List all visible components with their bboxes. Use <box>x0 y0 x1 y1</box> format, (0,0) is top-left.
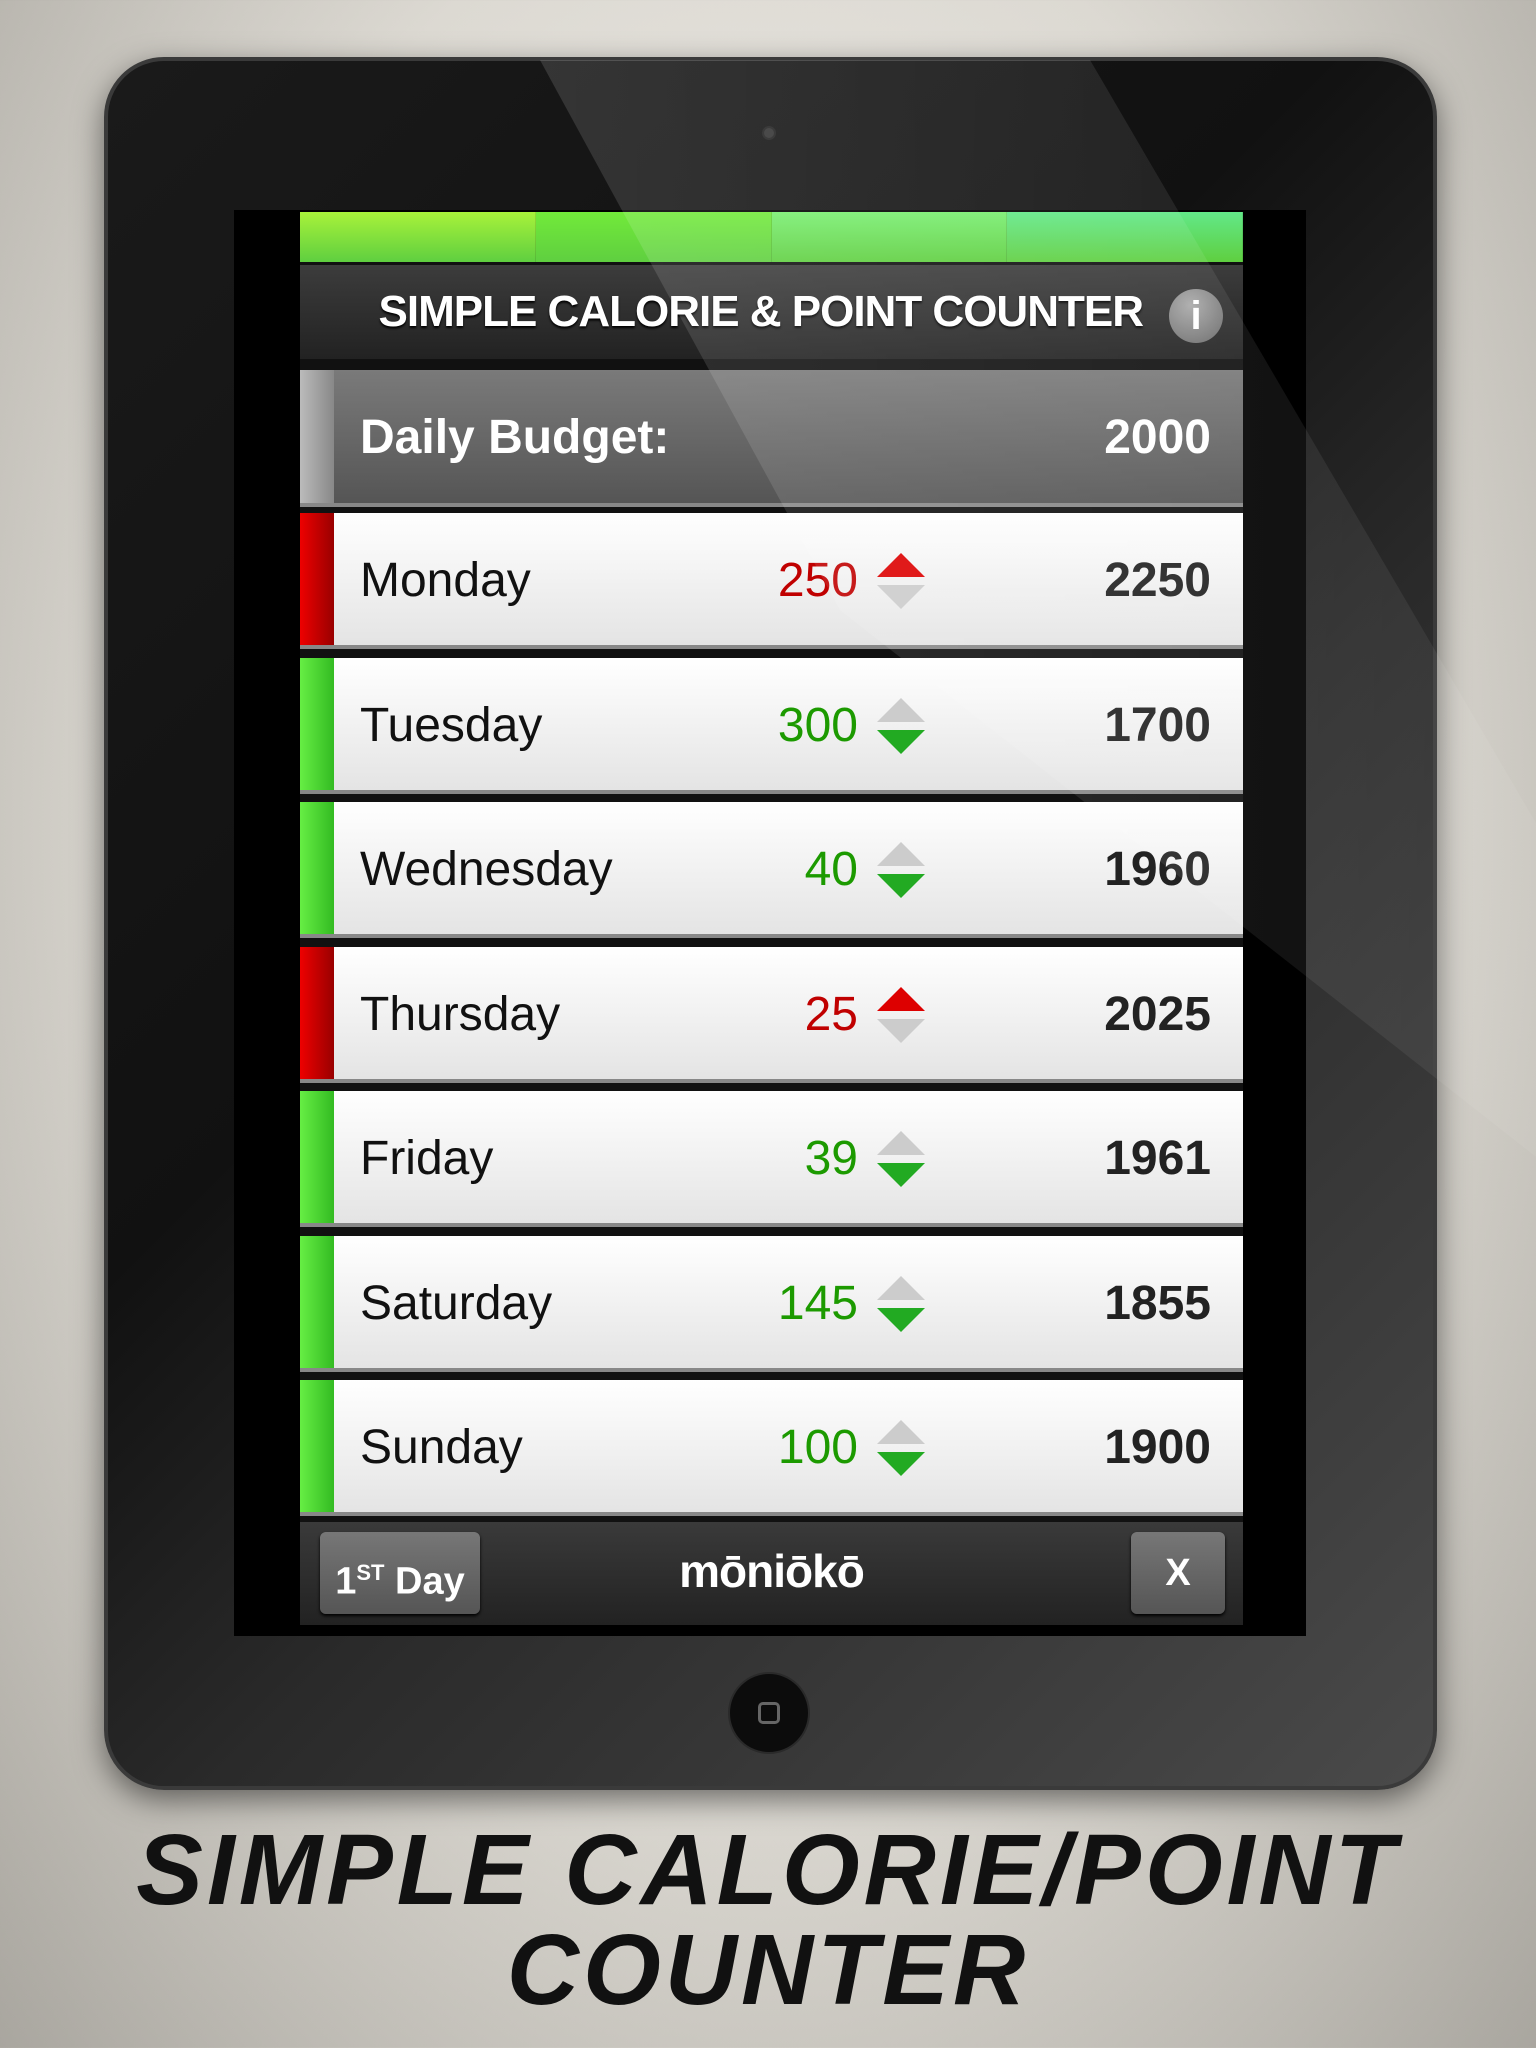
day-name: Thursday <box>360 987 561 1041</box>
row-stripe <box>300 657 334 790</box>
arrow-up-icon[interactable] <box>877 986 925 1011</box>
day-row[interactable]: Saturday 145 1855 <box>300 1235 1243 1372</box>
up-down-stepper[interactable] <box>877 553 925 609</box>
progress-bar <box>300 212 1243 262</box>
day-total: 1961 <box>1104 1132 1211 1185</box>
budget-value: 2000 <box>1104 411 1211 464</box>
day-row[interactable]: Tuesday 300 1700 <box>300 657 1243 794</box>
camera-icon <box>762 126 776 140</box>
arrow-up-icon[interactable] <box>877 1275 925 1300</box>
progress-segment <box>1007 212 1243 262</box>
row-stripe <box>300 1091 334 1223</box>
arrow-down-icon[interactable] <box>877 1452 925 1476</box>
day-total: 1700 <box>1104 698 1211 752</box>
arrow-down-icon[interactable] <box>877 1018 925 1043</box>
day-name: Tuesday <box>360 698 543 752</box>
day-change: 145 <box>777 1276 858 1330</box>
home-button[interactable] <box>728 1672 810 1754</box>
daily-budget-row[interactable]: Daily Budget: 2000 <box>300 370 1243 507</box>
progress-segment <box>535 212 772 262</box>
arrow-up-icon[interactable] <box>877 697 925 722</box>
monioko-logo: mōniōkō <box>679 1545 865 1597</box>
footer-toolbar: 1ST Day mōniōkō X <box>300 1522 1243 1625</box>
day-total: 1855 <box>1104 1276 1211 1330</box>
budget-label: Daily Budget: <box>360 411 670 464</box>
day-change: 300 <box>777 698 858 752</box>
arrow-down-icon[interactable] <box>877 729 925 754</box>
row-stripe <box>300 1380 334 1512</box>
up-down-stepper[interactable] <box>877 697 925 754</box>
day-name: Saturday <box>360 1276 553 1330</box>
arrow-up-icon[interactable] <box>877 553 925 577</box>
day-name: Wednesday <box>360 843 613 896</box>
arrow-up-icon[interactable] <box>877 1420 925 1444</box>
day-name: Friday <box>360 1132 494 1185</box>
progress-segment <box>771 212 1008 262</box>
close-button[interactable]: X <box>1131 1532 1225 1614</box>
day-change: 39 <box>804 1132 858 1185</box>
up-down-stepper[interactable] <box>877 1275 925 1332</box>
day-total: 1960 <box>1104 843 1211 896</box>
day-total: 2250 <box>1104 554 1211 607</box>
day-row[interactable]: Wednesday 40 1960 <box>300 802 1243 938</box>
row-stripe <box>300 370 334 503</box>
day-name: Monday <box>360 554 531 607</box>
caption-line-1: SIMPLE CALORIE/POINT <box>136 1814 1400 1926</box>
arrow-down-icon[interactable] <box>877 1307 925 1332</box>
progress-segment <box>300 212 536 262</box>
day-name: Sunday <box>360 1421 523 1474</box>
row-stripe <box>300 1235 334 1368</box>
app: SIMPLE CALORIE & POINT COUNTER i Daily B… <box>300 212 1243 1625</box>
up-down-stepper[interactable] <box>877 1420 925 1476</box>
row-stripe <box>300 946 334 1079</box>
header: SIMPLE CALORIE & POINT COUNTER i <box>300 262 1243 362</box>
day-total: 1900 <box>1104 1421 1211 1474</box>
caption-line-2: COUNTER <box>506 1914 1030 2026</box>
day-total: 2025 <box>1104 987 1211 1041</box>
day-change: 25 <box>804 987 858 1041</box>
app-title: SIMPLE CALORIE & POINT COUNTER <box>378 287 1144 336</box>
home-icon <box>758 1702 780 1724</box>
arrow-down-icon[interactable] <box>877 874 925 898</box>
day-row[interactable]: Friday 39 1961 <box>300 1091 1243 1227</box>
arrow-down-icon[interactable] <box>877 1163 925 1187</box>
arrow-up-icon[interactable] <box>877 1131 925 1155</box>
info-button[interactable]: i <box>1169 289 1223 343</box>
day-change: 40 <box>804 843 858 896</box>
up-down-stepper[interactable] <box>877 842 925 898</box>
row-stripe <box>300 802 334 934</box>
up-down-stepper[interactable] <box>877 986 925 1043</box>
arrow-down-icon[interactable] <box>877 585 925 609</box>
day-change: 100 <box>777 1421 858 1474</box>
day-row[interactable]: Thursday 25 2025 <box>300 946 1243 1083</box>
day-row[interactable]: Sunday 100 1900 <box>300 1380 1243 1516</box>
day-row[interactable]: Monday 250 2250 <box>300 513 1243 649</box>
day-change: 250 <box>777 554 858 607</box>
arrow-up-icon[interactable] <box>877 842 925 866</box>
up-down-stepper[interactable] <box>877 1131 925 1187</box>
caption: SIMPLE CALORIE/POINT COUNTER <box>0 1820 1536 2020</box>
row-stripe <box>300 513 334 645</box>
